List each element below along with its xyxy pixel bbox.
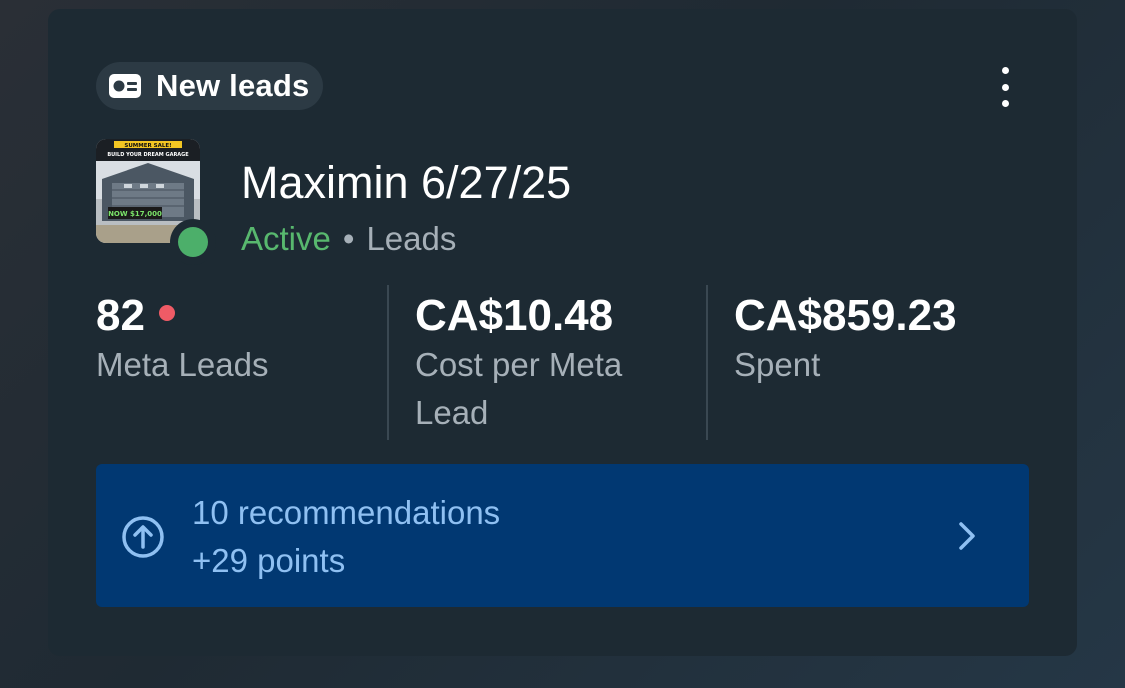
arrow-up-circle-icon: [120, 514, 166, 560]
campaign-name[interactable]: Maximin 6/27/25: [241, 157, 571, 209]
chevron-right-icon: [957, 520, 977, 552]
active-status-dot: [178, 227, 208, 257]
metric-value: CA$10.48: [415, 291, 614, 340]
recommendations-points: +29 points: [192, 542, 346, 579]
metric-spent[interactable]: CA$859.23 Spent: [734, 285, 1034, 440]
meta-separator: •: [342, 220, 355, 257]
campaign-meta: Active • Leads: [241, 220, 456, 258]
metric-label: Cost per Meta Lead: [415, 346, 623, 431]
metric-divider: [387, 285, 389, 440]
thumb-price-text: NOW $17,000: [108, 210, 162, 218]
metric-divider: [706, 285, 708, 440]
id-card-icon: [108, 73, 142, 99]
metric-label: Meta Leads: [96, 346, 269, 383]
campaign-status: Active: [241, 220, 331, 257]
more-options-icon[interactable]: [993, 67, 1017, 107]
campaign-objective: Leads: [366, 220, 457, 257]
new-leads-badge: New leads: [96, 62, 324, 110]
campaign-thumbnail[interactable]: SUMMER SALE! BUILD YOUR DREAM GARAGE NOW…: [96, 139, 216, 265]
alert-dot: [158, 305, 175, 321]
status-indicator: [170, 219, 216, 265]
recommendations-title: 10 recommendations: [192, 494, 501, 531]
metric-meta-leads[interactable]: 82 Meta Leads: [96, 285, 376, 440]
badge-label: New leads: [156, 68, 310, 103]
metrics-row: 82 Meta Leads CA$10.48 Cost per Meta Lea…: [96, 285, 1056, 440]
thumb-banner-text: SUMMER SALE!: [124, 143, 171, 149]
metric-value: 82: [96, 291, 145, 340]
campaign-card: New leads SUMMER SALE! BUILD YOUR DREAM …: [48, 9, 1077, 656]
recommendations-button[interactable]: 10 recommendations +29 points: [96, 464, 1029, 607]
metric-label: Spent: [734, 346, 821, 383]
metric-value: CA$859.23: [734, 291, 957, 340]
thumb-headline-text: BUILD YOUR DREAM GARAGE: [107, 152, 189, 158]
metric-cost-per-lead[interactable]: CA$10.48 Cost per Meta Lead: [415, 285, 675, 440]
